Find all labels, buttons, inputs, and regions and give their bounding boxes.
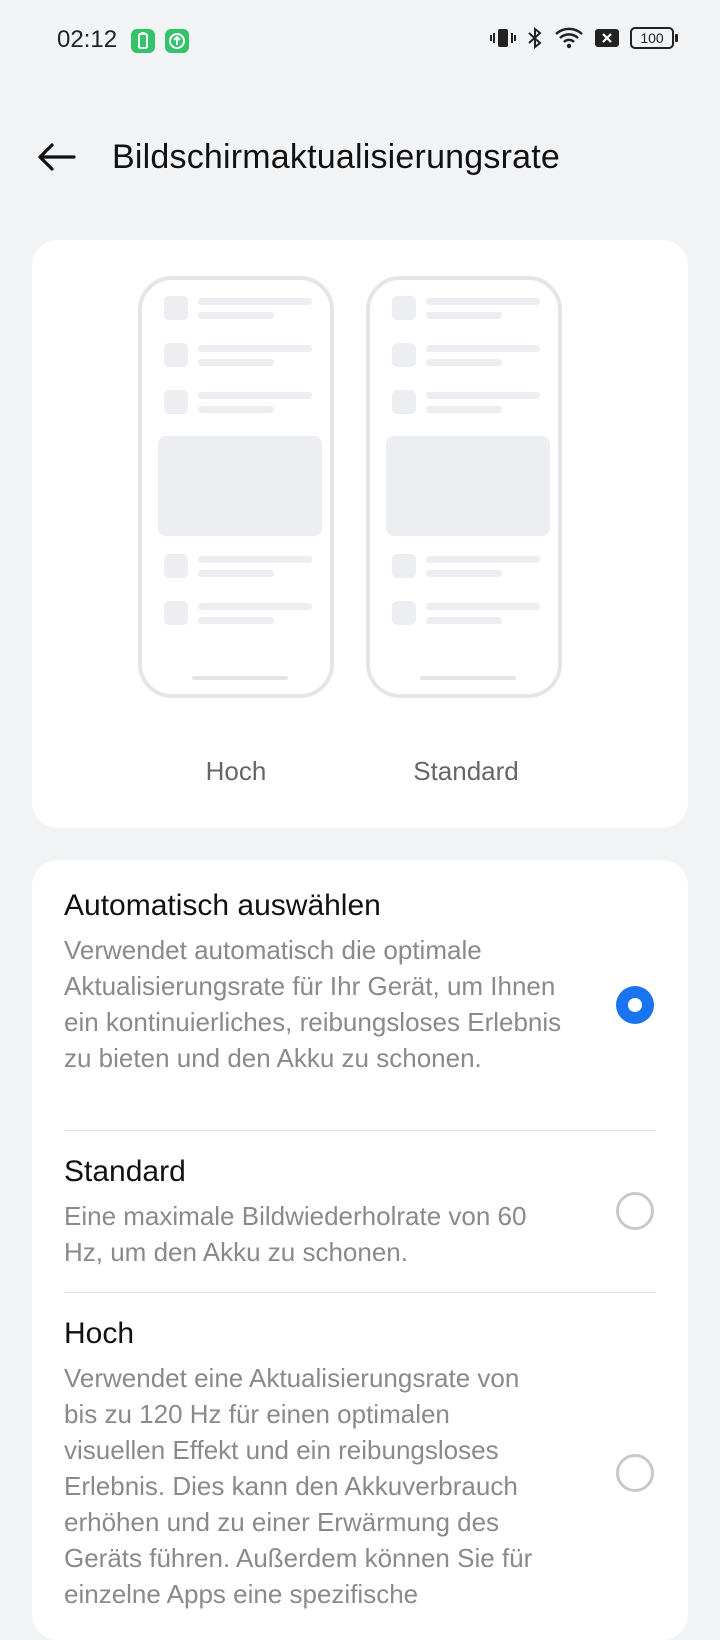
option-auto[interactable]: Automatisch auswählen Verwendet automati… <box>64 888 656 1076</box>
bluetooth-icon <box>526 26 544 50</box>
option-title: Hoch <box>64 1317 135 1350</box>
no-sim-icon <box>594 27 620 49</box>
app-header: Bildschirmaktualisierungsrate <box>0 120 720 200</box>
option-description: Verwendet automatisch die optimale Aktua… <box>64 935 562 1073</box>
option-title: Automatisch auswählen <box>64 889 381 922</box>
phone-preview-high <box>138 276 334 698</box>
battery-icon: 100 <box>630 27 678 49</box>
back-button[interactable] <box>26 134 86 184</box>
option-description: Eine maximale Bildwiederholrate von 60 H… <box>64 1201 527 1267</box>
option-description: Verwendet eine Aktualisierungsrate von b… <box>64 1363 533 1609</box>
option-standard[interactable]: Standard Eine maximale Bildwiederholrate… <box>64 1154 656 1270</box>
phone-label-high: Hoch <box>205 756 267 786</box>
upload-icon <box>165 29 189 53</box>
refresh-rate-preview-card: Hoch Standard <box>32 240 688 828</box>
option-title: Standard <box>64 1155 186 1188</box>
radio-selected[interactable] <box>616 986 654 1024</box>
refresh-rate-options-card: Automatisch auswählen Verwendet automati… <box>32 860 688 1640</box>
radio-unselected[interactable] <box>616 1454 654 1492</box>
radio-unselected[interactable] <box>616 1192 654 1230</box>
wifi-icon <box>554 26 584 50</box>
phone-preview-standard <box>366 276 562 698</box>
vibrate-icon <box>490 26 516 50</box>
option-high[interactable]: Hoch Verwendet eine Aktualisierungsrate … <box>64 1316 656 1612</box>
divider <box>64 1292 656 1293</box>
battery-saver-icon <box>131 29 155 53</box>
arrow-left-icon <box>36 141 76 178</box>
status-time: 02:12 <box>57 26 118 53</box>
status-bar: 02:12 100 <box>0 0 720 84</box>
page-title: Bildschirmaktualisierungsrate <box>112 138 560 176</box>
phone-label-standard: Standard <box>413 756 519 786</box>
divider <box>64 1130 656 1131</box>
